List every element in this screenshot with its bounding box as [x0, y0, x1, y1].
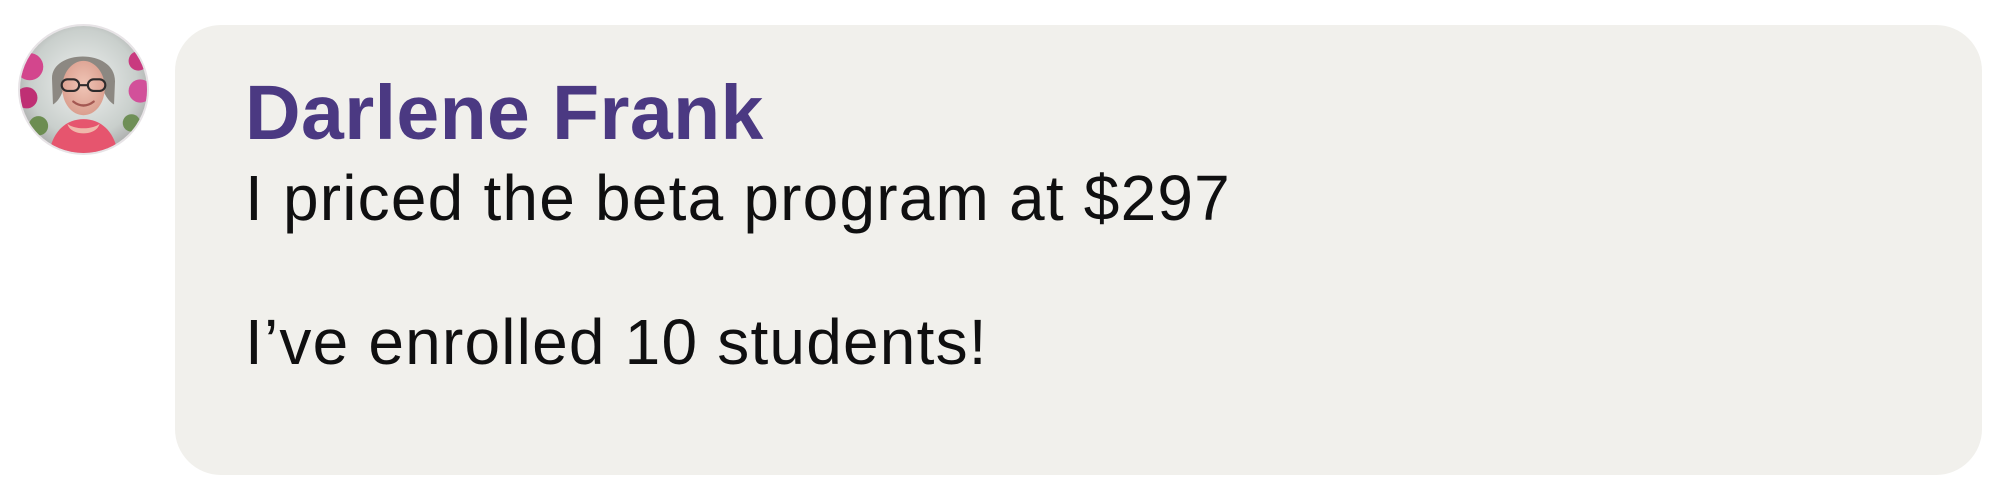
chat-message: Darlene Frank I priced the beta program …	[0, 0, 2000, 500]
message-text-line-1: I priced the beta program at $297	[245, 162, 1231, 234]
sender-name[interactable]: Darlene Frank	[245, 69, 1912, 157]
user-avatar-photo-icon	[20, 26, 147, 153]
message-bubble: Darlene Frank I priced the beta program …	[175, 25, 1982, 475]
message-text-line-2: I’ve enrolled 10 students!	[245, 306, 988, 378]
avatar[interactable]	[18, 24, 149, 155]
